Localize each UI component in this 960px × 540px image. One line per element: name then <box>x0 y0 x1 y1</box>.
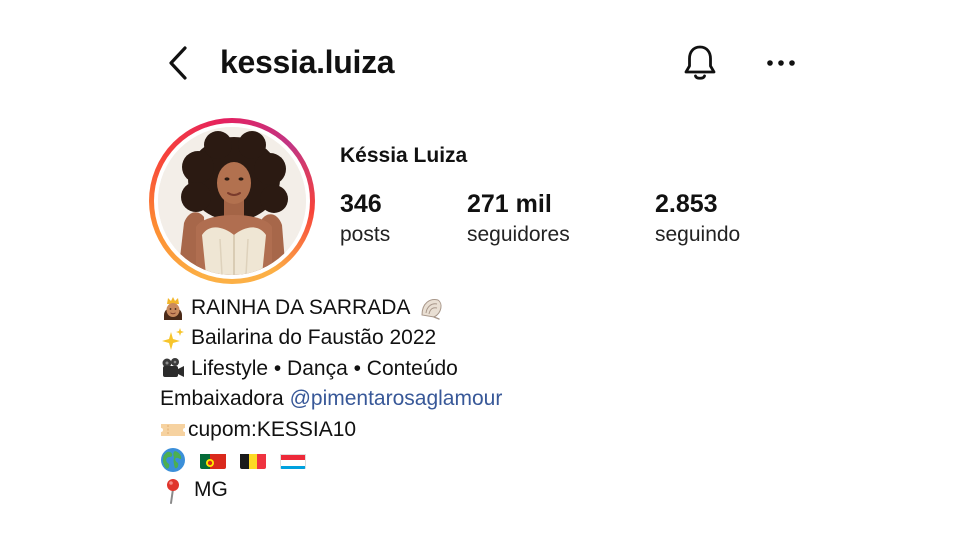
following-count: 2.853 <box>655 190 718 218</box>
more-horizontal-icon <box>767 60 795 66</box>
posts-stat[interactable]: 346 posts <box>340 188 390 250</box>
bio-line: cupom:KESSIA10 <box>160 415 502 445</box>
following-stat[interactable]: 2.853 seguindo <box>655 188 740 250</box>
pushpin-emoji <box>160 478 186 504</box>
profile-full-name: Késsia Luiza <box>340 144 468 167</box>
story-ring[interactable] <box>149 118 315 284</box>
bio-headline: RAINHA DA SARRADA <box>191 296 411 319</box>
belgium-flag <box>240 451 266 470</box>
posts-count: 346 <box>340 190 382 218</box>
bell-icon <box>684 45 716 80</box>
ticket-emoji <box>160 417 186 443</box>
bio-line <box>160 445 502 475</box>
bio-line: Embaixadora @pimentarosaglamour <box>160 384 502 414</box>
bio-job: Bailarina do Faustão 2022 <box>191 326 437 350</box>
bio-line: Bailarina do Faustão 2022 <box>160 323 502 353</box>
sparkles-emoji <box>160 326 186 352</box>
globe-emoji <box>160 447 186 473</box>
followers-label: seguidores <box>467 223 570 246</box>
video-camera-emoji <box>160 356 186 382</box>
bio-line: MG <box>160 475 502 505</box>
bio-line: RAINHA DA SARRADA <box>160 293 502 323</box>
mention-link[interactable]: @pimentarosaglamour <box>290 384 503 414</box>
shell-emoji <box>418 295 444 321</box>
bio-line: Lifestyle • Dança • Conteúdo <box>160 354 502 384</box>
portugal-flag <box>200 451 226 470</box>
notifications-button[interactable] <box>680 42 720 84</box>
more-options-button[interactable] <box>762 48 800 78</box>
chevron-left-icon <box>169 46 187 80</box>
luxembourg-flag <box>280 451 306 470</box>
bio-topics: Lifestyle • Dança • Conteúdo <box>191 356 458 380</box>
avatar <box>158 127 306 275</box>
bio-location: MG <box>194 478 228 502</box>
back-button[interactable] <box>160 44 196 82</box>
profile-screen: kessia.luiza Késsia Luiza 346 posts 271 … <box>0 0 960 540</box>
profile-bio: RAINHA DA SARRADA Bailarina do Faustão 2… <box>160 293 502 506</box>
posts-label: posts <box>340 223 391 246</box>
followers-count: 271 mil <box>467 190 552 218</box>
princess-emoji <box>160 295 186 321</box>
profile-username: kessia.luiza <box>220 44 395 80</box>
following-label: seguindo <box>655 223 741 246</box>
bio-ambassador-text: Embaixadora <box>160 387 290 411</box>
bio-coupon: cupom:KESSIA10 <box>188 417 357 441</box>
followers-stat[interactable]: 271 mil seguidores <box>467 188 570 250</box>
